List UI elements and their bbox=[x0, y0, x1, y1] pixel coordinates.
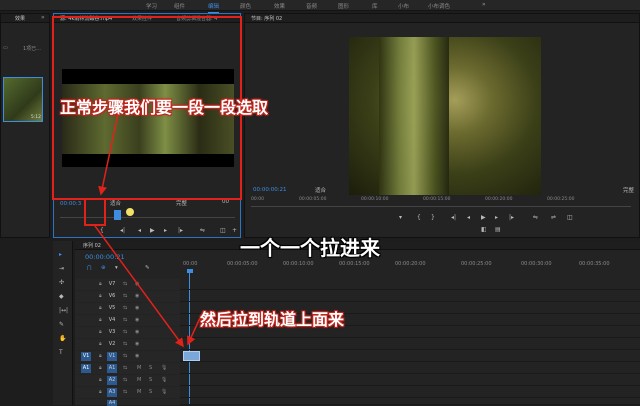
arrow-to-playhead bbox=[98, 113, 119, 196]
annotation-arrows bbox=[94, 113, 201, 348]
arrow-to-track bbox=[94, 225, 184, 348]
arrow-from-caption bbox=[187, 317, 201, 346]
